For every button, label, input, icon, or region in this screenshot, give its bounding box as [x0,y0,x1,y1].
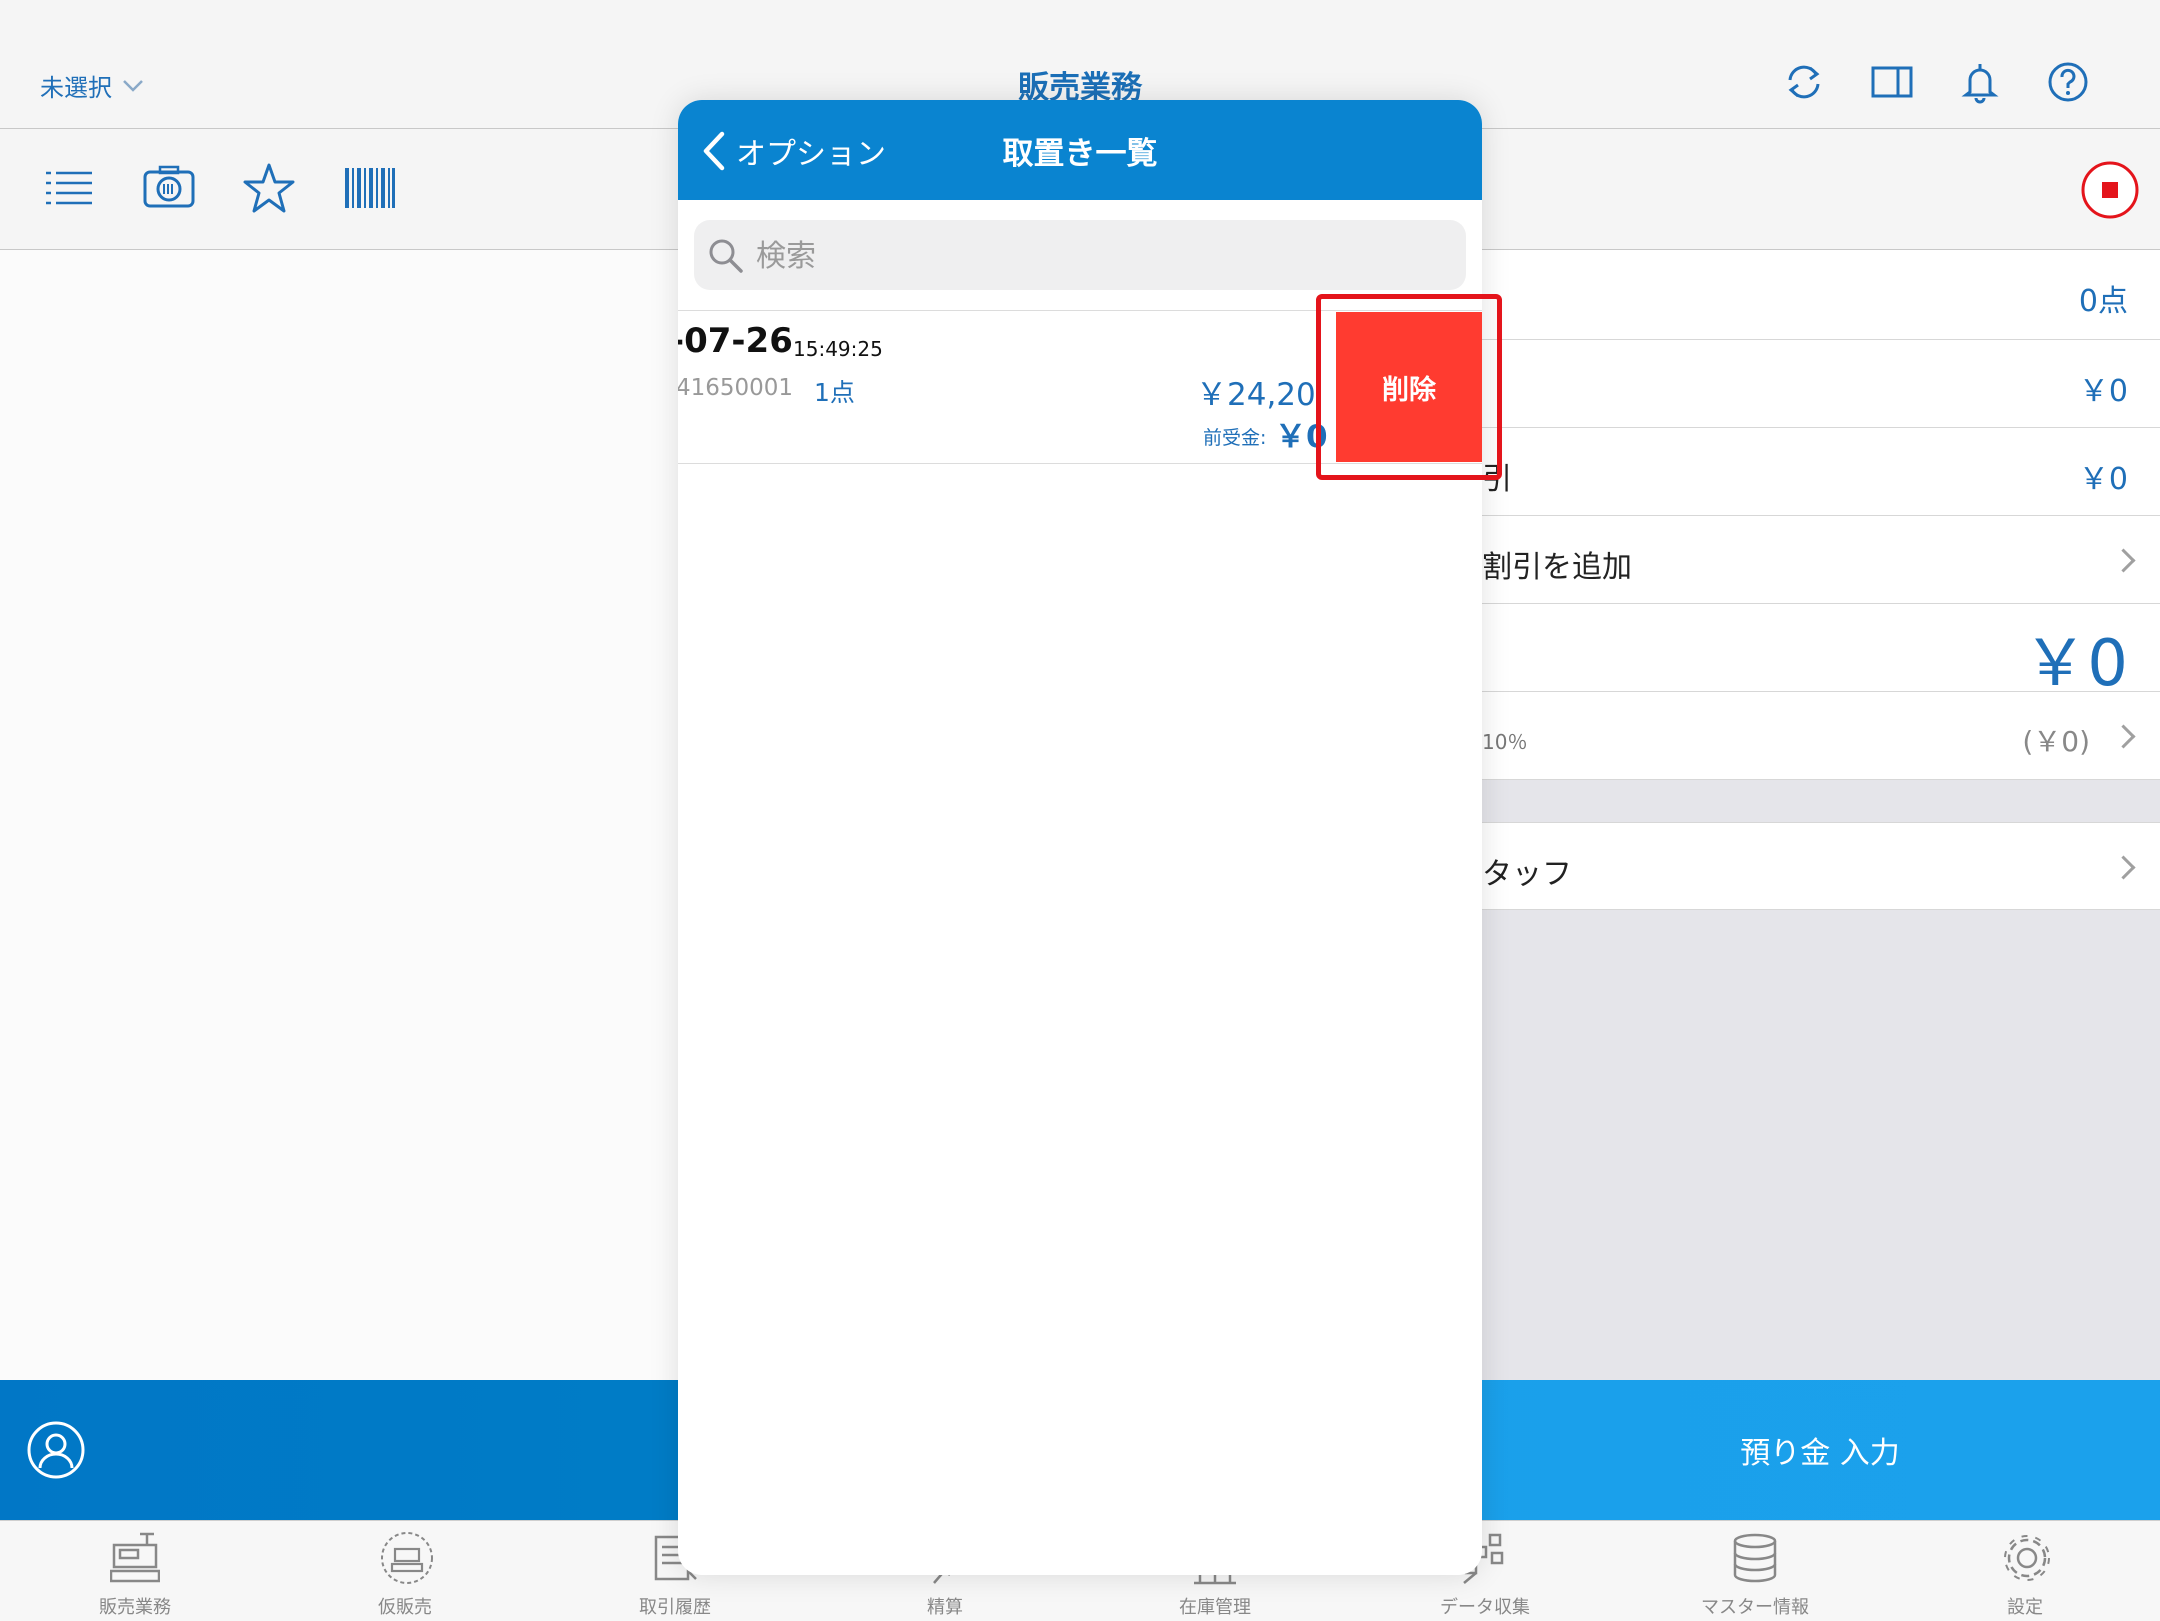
split-view-icon[interactable] [1870,60,1914,104]
tab-label: 在庫管理 [1179,1597,1251,1618]
database-icon [1733,1533,1777,1583]
tab-label: 設定 [2007,1597,2043,1618]
tab-label: 販売業務 [99,1597,171,1618]
item-time: 15:49:25 [793,337,883,361]
item-count: 1点 [814,378,855,407]
item-date: -07-26 [678,321,793,361]
item-amount: ￥24,20 [1196,377,1316,413]
camera-icon[interactable] [142,164,196,210]
prepaid-label: 前受金: [1203,427,1267,449]
sync-icon[interactable] [1782,60,1826,104]
discount-row: 引 ￥0 [1480,428,2160,516]
tab-temporary-sales[interactable]: 仮販売 [270,1521,540,1621]
subtotal-row: ￥0 [1480,340,2160,428]
tax-value: (￥0) [2022,725,2090,758]
search-input[interactable] [754,230,1448,282]
item-count-value: 0点 [2078,284,2128,319]
tab-master-info[interactable]: マスター情報 [1620,1521,1890,1621]
tab-settings[interactable]: 設定 [1890,1521,2160,1621]
total-value: ￥0 [2023,627,2128,701]
chevron-right-icon [2111,855,2136,880]
customer-icon[interactable] [26,1420,86,1480]
chevron-right-icon [2111,724,2136,749]
add-discount-row[interactable]: 割引を追加 [1480,516,2160,604]
star-icon[interactable] [242,162,296,214]
tab-label: 精算 [927,1597,963,1618]
register-icon [110,1532,160,1583]
tab-sales[interactable]: 販売業務 [0,1521,270,1621]
staff-label: タッフ [1482,857,1572,892]
stop-icon[interactable] [2080,160,2140,220]
chevron-right-icon [2111,548,2136,573]
subtotal-value: ￥0 [2078,374,2128,409]
gear-icon [2004,1535,2050,1581]
item-number: 41650001 [678,375,794,401]
tab-label: データ収集 [1440,1597,1530,1618]
search-box [694,220,1466,290]
temporary-register-icon [381,1532,433,1584]
tab-label: マスター情報 [1701,1597,1809,1618]
section-gap [1480,780,2160,822]
highlight-frame [1316,294,1502,480]
total-row: ￥0 [1480,604,2160,701]
help-icon[interactable] [2046,60,2090,104]
search-icon [709,239,743,273]
tax-row[interactable]: 10％ (￥0) [1480,692,2160,780]
item-count-row: 0点 [1480,250,2160,340]
add-discount-label: 割引を追加 [1482,550,1632,585]
bell-icon[interactable] [1958,60,2002,104]
tab-label: 取引履歴 [639,1597,711,1618]
discount-value: ￥0 [2078,462,2128,497]
modal-title: 取置き一覧 [1002,136,1158,172]
tax-rate-label: 10％ [1482,730,1528,754]
staff-row[interactable]: タッフ [1480,822,2160,910]
list-icon[interactable] [44,168,94,208]
deposit-input-button[interactable]: 預り金 入力 [1480,1380,2160,1520]
barcode-icon[interactable] [344,166,396,210]
tab-label: 仮販売 [378,1597,432,1618]
